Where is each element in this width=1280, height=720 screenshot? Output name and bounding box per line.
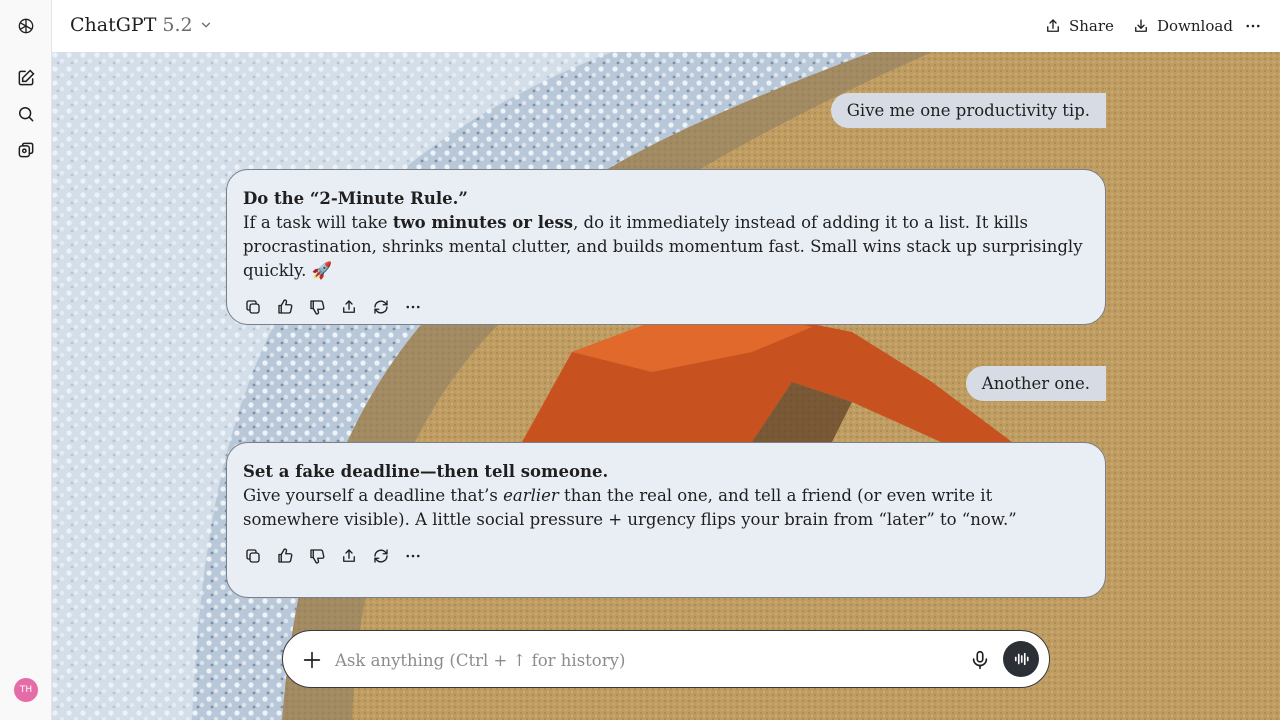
share-icon[interactable] (339, 297, 359, 317)
user-message: Give me one productivity tip. (830, 93, 1106, 128)
assistant-message: Do the “2-Minute Rule.” If a task will t… (226, 169, 1106, 325)
library-icon[interactable] (10, 134, 42, 166)
user-message: Another one. (965, 366, 1106, 401)
avatar[interactable]: TH (14, 678, 38, 702)
more-icon[interactable] (403, 546, 423, 566)
share-button[interactable]: Share (1044, 14, 1114, 38)
search-icon[interactable] (10, 98, 42, 130)
body-text: Give yourself a deadline that’s (243, 486, 504, 505)
body-text: If a task will take (243, 213, 393, 232)
assistant-message-title: Set a fake deadline—then tell someone. (243, 462, 609, 481)
message-composer (282, 630, 1050, 688)
model-version: 5.2 (162, 14, 193, 36)
share-label: Share (1069, 17, 1114, 35)
assistant-message-title: Do the “2-Minute Rule.” (243, 189, 468, 208)
body-bold-text: two minutes or less (392, 213, 574, 232)
share-icon (1047, 19, 1059, 32)
more-icon[interactable] (403, 297, 423, 317)
model-selector[interactable]: ChatGPT 5.2 (70, 14, 213, 36)
openai-logo-icon[interactable] (10, 10, 42, 42)
copy-icon[interactable] (243, 297, 263, 317)
thumbs-up-icon[interactable] (275, 546, 295, 566)
prompt-input[interactable] (335, 645, 935, 675)
download-label: Download (1157, 17, 1233, 35)
plus-icon[interactable] (301, 649, 323, 671)
sidebar: TH (0, 0, 52, 720)
assistant-message-body: Give yourself a deadline that’s earlier … (243, 484, 1089, 532)
message-actions (243, 546, 1089, 566)
download-icon (1135, 19, 1147, 32)
model-name: ChatGPT (70, 14, 157, 36)
thumbs-down-icon[interactable] (307, 297, 327, 317)
assistant-message: Set a fake deadline—then tell someone. G… (226, 442, 1106, 598)
rocket-emoji: 🚀 (311, 261, 333, 280)
voice-mode-icon (1014, 652, 1029, 666)
new-chat-icon[interactable] (10, 62, 42, 94)
download-button[interactable]: Download (1132, 14, 1233, 38)
assistant-message-body: If a task will take two minutes or less,… (243, 211, 1089, 283)
more-options-button[interactable] (1244, 14, 1262, 38)
regenerate-icon[interactable] (371, 297, 391, 317)
chevron-down-icon (201, 22, 210, 28)
voice-mode-button[interactable] (1003, 641, 1039, 677)
copy-icon[interactable] (243, 546, 263, 566)
mic-icon[interactable] (969, 649, 991, 671)
more-icon (1246, 24, 1260, 28)
top-bar: ChatGPT 5.2 Share Download (52, 0, 1280, 52)
thumbs-down-icon[interactable] (307, 546, 327, 566)
regenerate-icon[interactable] (371, 546, 391, 566)
thumbs-up-icon[interactable] (275, 297, 295, 317)
share-icon[interactable] (339, 546, 359, 566)
message-actions (243, 297, 1089, 317)
body-italic-text: earlier (503, 486, 559, 505)
